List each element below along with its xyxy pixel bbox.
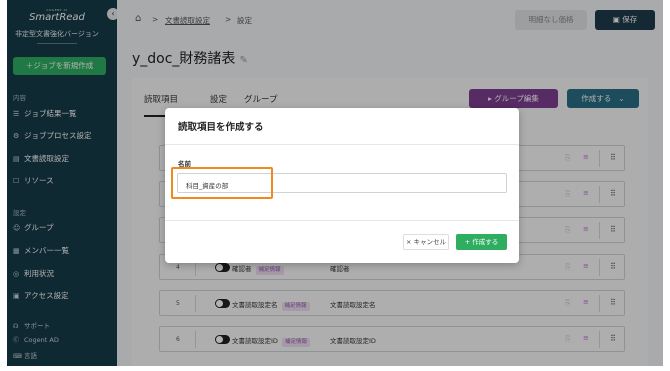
- create-item-dialog: 読取項目を作成する 名前 科目_資産の部 × キャンセル + 作成する: [165, 108, 519, 263]
- cancel-button[interactable]: × キャンセル: [403, 234, 449, 250]
- focus-highlight-box: [171, 167, 273, 199]
- app-window: COGENT AI SmartRead 非定型文書強化バージョン ‹ ＋ジョブを…: [7, 0, 663, 366]
- create-submit-button[interactable]: + 作成する: [456, 234, 507, 250]
- dialog-divider: [165, 220, 519, 221]
- dialog-divider: [165, 144, 519, 145]
- dialog-title: 読取項目を作成する: [178, 122, 264, 133]
